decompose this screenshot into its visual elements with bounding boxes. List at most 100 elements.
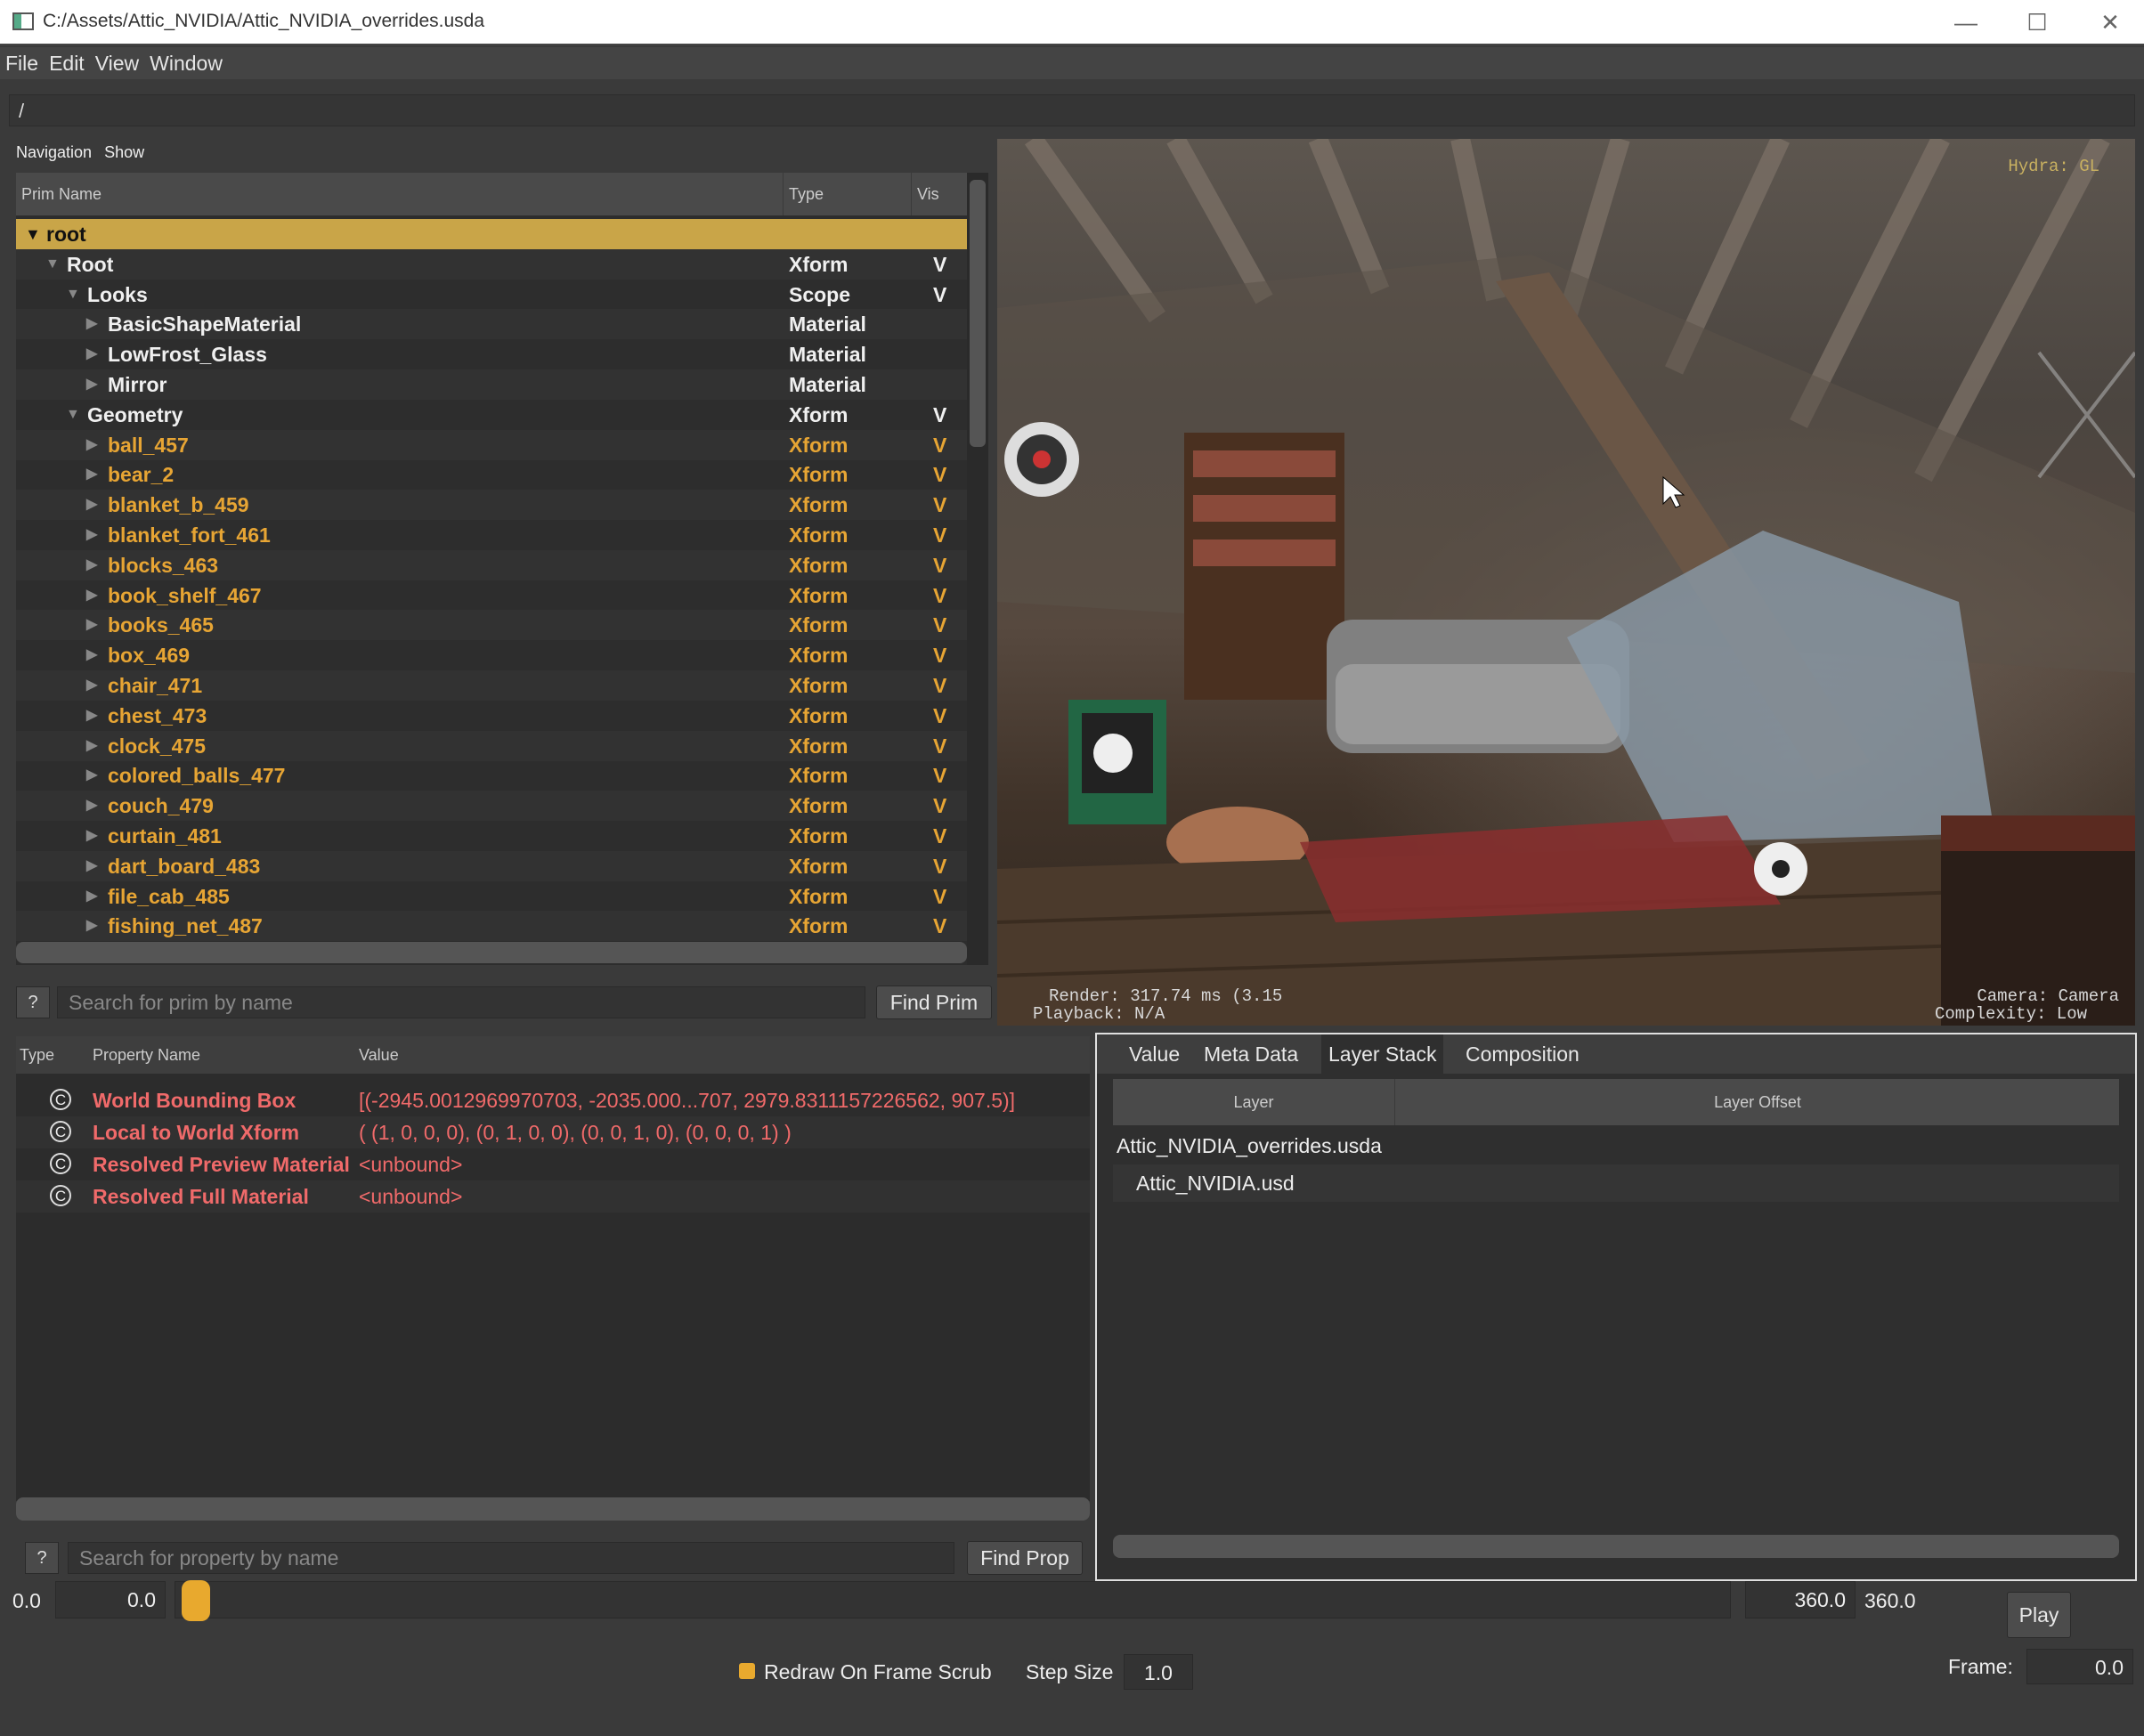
- find-prim-button[interactable]: Find Prim: [876, 986, 992, 1019]
- prim-visibility-toggle[interactable]: V: [933, 640, 946, 670]
- menu-file[interactable]: File: [0, 47, 44, 79]
- prim-row[interactable]: ▼ Root Xform V: [16, 248, 969, 280]
- prim-row[interactable]: ▶ blanket_fort_461 Xform V: [16, 520, 969, 550]
- close-button[interactable]: ✕: [2083, 5, 2137, 39]
- prop-search-help-button[interactable]: ?: [25, 1542, 59, 1574]
- prop-search-input[interactable]: Search for property by name: [68, 1542, 954, 1574]
- prim-row[interactable]: ▼ Looks Scope V: [16, 280, 969, 310]
- tab-meta-data[interactable]: Meta Data: [1197, 1034, 1305, 1074]
- redraw-checkbox[interactable]: [739, 1663, 755, 1679]
- col-prim-name[interactable]: Prim Name: [16, 173, 784, 215]
- prim-row[interactable]: ▶ file_cab_485 Xform V: [16, 881, 969, 912]
- prim-visibility-toggle[interactable]: V: [933, 670, 946, 701]
- prim-row[interactable]: ▼ Geometry Xform V: [16, 400, 969, 430]
- expand-down-icon[interactable]: ▼: [66, 400, 80, 430]
- path-field[interactable]: /: [9, 94, 2135, 126]
- col-layer[interactable]: Layer: [1113, 1079, 1394, 1125]
- prim-visibility-toggle[interactable]: V: [933, 550, 946, 580]
- property-hscrollbar[interactable]: [16, 1497, 1090, 1521]
- prim-search-input[interactable]: Search for prim by name: [57, 986, 865, 1018]
- expand-right-icon[interactable]: ▶: [86, 580, 97, 611]
- expand-right-icon[interactable]: ▶: [86, 550, 97, 580]
- prim-row[interactable]: ▶ chest_473 Xform V: [16, 701, 969, 731]
- expand-right-icon[interactable]: ▶: [86, 490, 97, 520]
- prim-tree[interactable]: Prim Name Type Vis ▼ root ▼ Root Xform V ▼ Look…: [16, 173, 969, 965]
- prim-visibility-toggle[interactable]: V: [933, 701, 946, 731]
- prim-visibility-toggle[interactable]: V: [933, 760, 946, 791]
- maximize-button[interactable]: ☐: [2010, 5, 2064, 39]
- prim-row[interactable]: ▶ fishing_net_487 Xform V: [16, 911, 969, 942]
- expand-right-icon[interactable]: ▶: [86, 339, 97, 369]
- property-row[interactable]: C World Bounding Box [(-2945.0012969970703…: [16, 1084, 1090, 1116]
- prim-visibility-toggle[interactable]: V: [933, 249, 946, 280]
- property-table[interactable]: C World Bounding Box [(-2945.0012969970703…: [16, 1074, 1090, 1501]
- col-type[interactable]: Type: [784, 173, 912, 215]
- layer-row[interactable]: Attic_NVIDIA_overrides.usda: [1113, 1127, 2119, 1164]
- expand-right-icon[interactable]: ▶: [86, 520, 97, 550]
- prim-visibility-toggle[interactable]: V: [933, 280, 946, 310]
- minimize-button[interactable]: —: [1939, 5, 1993, 39]
- expand-right-icon[interactable]: ▶: [86, 670, 97, 701]
- prim-visibility-toggle[interactable]: V: [933, 791, 946, 821]
- navigation-menu[interactable]: Navigation: [16, 137, 92, 167]
- prim-row[interactable]: ▶ box_469 Xform V: [16, 640, 969, 670]
- prim-row[interactable]: ▶ blanket_b_459 Xform V: [16, 490, 969, 521]
- prim-tree-hscrollbar[interactable]: [16, 942, 967, 963]
- 3d-viewport[interactable]: Hydra: GL Render: 317.74 ms (3.15 Playba…: [997, 139, 2135, 1026]
- prim-visibility-toggle[interactable]: V: [933, 731, 946, 761]
- property-row[interactable]: C Resolved Full Material <unbound>: [16, 1180, 1090, 1213]
- play-button[interactable]: Play: [2007, 1592, 2071, 1638]
- frame-slider-handle[interactable]: [182, 1580, 210, 1621]
- prim-visibility-toggle[interactable]: V: [933, 400, 946, 430]
- expand-right-icon[interactable]: ▶: [86, 881, 97, 912]
- prim-row[interactable]: ▶ book_shelf_467 Xform V: [16, 580, 969, 611]
- expand-right-icon[interactable]: ▶: [86, 760, 97, 791]
- col-prop-type[interactable]: Type: [20, 1036, 54, 1074]
- prim-row[interactable]: ▶ curtain_481 Xform V: [16, 821, 969, 851]
- expand-right-icon[interactable]: ▶: [86, 791, 97, 821]
- frame-field[interactable]: 0.0: [2026, 1649, 2133, 1684]
- col-layer-offset[interactable]: Layer Offset: [1394, 1079, 2120, 1125]
- prim-row[interactable]: ▶ dart_board_483 Xform V: [16, 850, 969, 881]
- prim-visibility-toggle[interactable]: V: [933, 520, 946, 550]
- expand-right-icon[interactable]: ▶: [86, 640, 97, 670]
- tab-layer-stack[interactable]: Layer Stack: [1321, 1034, 1444, 1074]
- layer-row[interactable]: Attic_NVIDIA.usd: [1113, 1164, 2119, 1202]
- prim-row[interactable]: ▶ BasicShapeMaterial Material: [16, 309, 969, 340]
- expand-right-icon[interactable]: ▶: [86, 701, 97, 731]
- start-frame-field[interactable]: 0.0: [55, 1581, 166, 1618]
- property-row[interactable]: C Local to World Xform ( (1, 0, 0, 0), (0,…: [16, 1116, 1090, 1148]
- prim-row[interactable]: ▶ bear_2 Xform V: [16, 459, 969, 490]
- prim-row[interactable]: ▶ chair_471 Xform V: [16, 670, 969, 701]
- prim-tree-vscrollbar[interactable]: [967, 173, 988, 965]
- expand-right-icon[interactable]: ▶: [86, 911, 97, 941]
- expand-right-icon[interactable]: ▶: [86, 459, 97, 490]
- scroll-thumb[interactable]: [970, 180, 986, 447]
- find-prop-button[interactable]: Find Prop: [967, 1541, 1083, 1575]
- prim-row[interactable]: ▶ ball_457 Xform V: [16, 429, 969, 460]
- end-frame-field[interactable]: 360.0: [1745, 1581, 1856, 1618]
- frame-slider[interactable]: [175, 1581, 1731, 1618]
- expand-down-icon[interactable]: ▼: [45, 249, 60, 280]
- expand-right-icon[interactable]: ▶: [86, 851, 97, 881]
- prim-row[interactable]: ▼ root: [16, 219, 969, 249]
- prim-row[interactable]: ▶ blocks_463 Xform V: [16, 549, 969, 580]
- prim-row[interactable]: ▶ clock_475 Xform V: [16, 730, 969, 761]
- col-vis[interactable]: Vis: [912, 173, 969, 215]
- expand-right-icon[interactable]: ▶: [86, 309, 97, 339]
- expand-right-icon[interactable]: ▶: [86, 610, 97, 640]
- prim-visibility-toggle[interactable]: V: [933, 580, 946, 611]
- prim-visibility-toggle[interactable]: V: [933, 610, 946, 640]
- prim-visibility-toggle[interactable]: V: [933, 881, 946, 912]
- show-menu[interactable]: Show: [104, 137, 144, 167]
- menu-edit[interactable]: Edit: [44, 47, 90, 79]
- property-row[interactable]: C Resolved Preview Material <unbound>: [16, 1148, 1090, 1180]
- prim-visibility-toggle[interactable]: V: [933, 490, 946, 520]
- prim-visibility-toggle[interactable]: V: [933, 911, 946, 941]
- prim-search-help-button[interactable]: ?: [16, 986, 50, 1018]
- prim-visibility-toggle[interactable]: V: [933, 821, 946, 851]
- prim-row[interactable]: ▶ LowFrost_Glass Material: [16, 339, 969, 369]
- prim-visibility-toggle[interactable]: V: [933, 459, 946, 490]
- expand-right-icon[interactable]: ▶: [86, 369, 97, 400]
- prim-row[interactable]: ▶ colored_balls_477 Xform V: [16, 760, 969, 791]
